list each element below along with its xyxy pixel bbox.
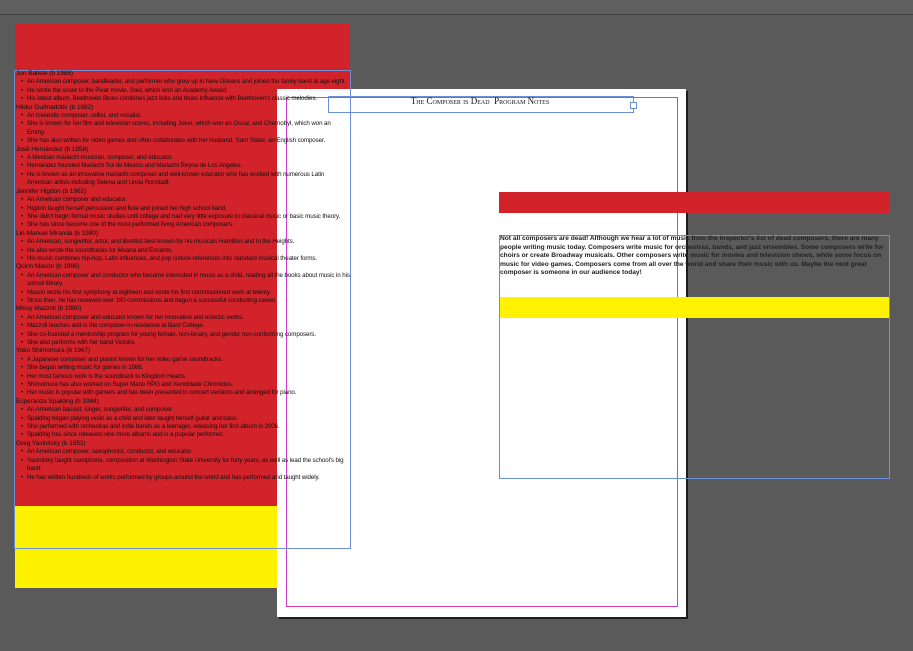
composer-name: Esperanza Spalding (b 1984) [16,397,99,405]
composer-name: Yoko Shimomura (b 1967) [16,347,91,355]
fact-item: She is known for her film and television… [16,120,350,137]
fact-item: An American composer and conductor who b… [16,272,350,289]
fact-item: An American bassist, singer, songwriter,… [16,406,350,415]
fact-item: Mazzoli teaches and is the composer-in-r… [16,322,350,331]
composer-name: Quinn Mason (b 1996) [16,263,80,271]
composer-entry: Lin-Manuel Miranda (b 1980)An American, … [16,230,352,264]
fact-item: She has also written for video games and… [16,137,350,146]
composer-facts: An American composer and conductor who b… [16,272,352,306]
fact-item: His music combines hip-hop, Latin influe… [16,255,350,264]
fact-item: She has since become one of the most per… [16,221,350,230]
composer-entry: Missy Mazzoli (b 1980)An American compos… [16,305,352,347]
fact-item: An Icelandic composer, cellist, and voca… [16,112,350,121]
fact-item: A Japanese composer and pianist known fo… [16,356,350,365]
fact-item: Shimomura has also worked on Super Mario… [16,381,350,390]
composer-facts: An American bassist, singer, songwriter,… [16,406,352,440]
composer-facts: An American, songwriter, actor, and libr… [16,238,352,264]
fact-item: He wrote the score to the Pixar movie, S… [16,87,350,96]
composer-entry: Hildur Guðnadóttir (b 1982)An Icelandic … [16,104,352,146]
fact-item: An American composer and educator. [16,196,350,205]
fact-item: Since then, he has received over 160 com… [16,297,350,306]
composer-name: Jon Batiste (b 1986) [16,70,74,77]
composer-facts: An American composer and educator.Higdon… [16,196,352,230]
fact-item: Spalding has since released nine more al… [16,431,350,440]
composer-entry: Greg Yasinitsky (b 1953)An American comp… [16,440,352,482]
fact-item: Her music is popular with gamers and has… [16,389,350,398]
fact-item: She co-founded a mentorship program for … [16,331,350,340]
fact-item: She began writing music for games in 198… [16,364,350,373]
fact-item: An American composer, bandleader, and pe… [16,78,350,87]
fact-item: She also performs with her band Victoire… [16,339,350,348]
fact-item: She didn't begin formal music studies un… [16,213,350,222]
composer-facts: An American composer, bandleader, and pe… [16,78,352,104]
fact-item: Hernández founded Mariachi Sol de Mexico… [16,162,350,171]
fact-item: Higdon taught herself percussion and flu… [16,205,350,214]
composer-entry: Yoko Shimomura (b 1967)A Japanese compos… [16,347,352,398]
fact-item: He is known as an innovative mariachi co… [16,171,350,188]
composer-name: Jennifer Higdon (b 1962) [16,187,87,195]
composer-entry: Jennifer Higdon (b 1962)An American comp… [16,188,352,230]
fact-item: His latest album, Beethoven Blues combin… [16,95,350,104]
fact-item: Yasinitsky taught saxophone, composition… [16,457,350,474]
composer-entry: José Hernández (b 1958)A Mexican mariach… [16,146,352,188]
application-bar [0,0,913,15]
fact-item: He has written hundreds of works perform… [16,474,350,483]
composer-entry: Quinn Mason (b 1996)An American composer… [16,263,352,305]
composer-name: Greg Yasinitsky (b 1953) [16,439,86,447]
composer-entry: Jon Batiste (b 1986)An American composer… [16,70,352,104]
composer-list[interactable]: Jon Batiste (b 1986)An American composer… [16,70,352,482]
fact-item: Spalding began playing violin as a child… [16,415,350,424]
composer-name: Hildur Guðnadóttir (b 1982) [16,103,94,111]
intro-paragraph[interactable]: Not all composers are dead! Although we … [500,235,889,278]
red-accent-bar[interactable] [499,192,889,213]
fact-item: Mason wrote his first symphony at eighte… [16,289,350,298]
composer-name: José Hernández (b 1958) [16,145,89,153]
fact-item: She performed with orchestras and indie … [16,423,350,432]
composer-facts: An Icelandic composer, cellist, and voca… [16,112,352,146]
frame-handle[interactable] [630,102,637,109]
fact-item: Her most famous work is the soundtrack t… [16,373,350,382]
composer-name: Lin-Manuel Miranda (b 1980) [16,229,98,237]
fact-item: An American, songwriter, actor, and libr… [16,238,350,247]
composer-entry: Esperanza Spalding (b 1984)An American b… [16,398,352,440]
composer-name: Missy Mazzoli (b 1980) [16,305,82,313]
document-title[interactable]: The Composer is Dead Program Notes [330,96,630,106]
composer-facts: A Mexican mariachi musician, composer, a… [16,154,352,188]
fact-item: A Mexican mariachi musician, composer, a… [16,154,350,163]
composer-facts: An American composer and educator known … [16,314,352,348]
composer-facts: An American composer, saxophonist, condu… [16,448,352,482]
fact-item: An American composer and educator known … [16,314,350,323]
fact-item: An American composer, saxophonist, condu… [16,448,350,457]
composer-facts: A Japanese composer and pianist known fo… [16,356,352,398]
fact-item: He also wrote the soundtracks for Moana … [16,247,350,256]
